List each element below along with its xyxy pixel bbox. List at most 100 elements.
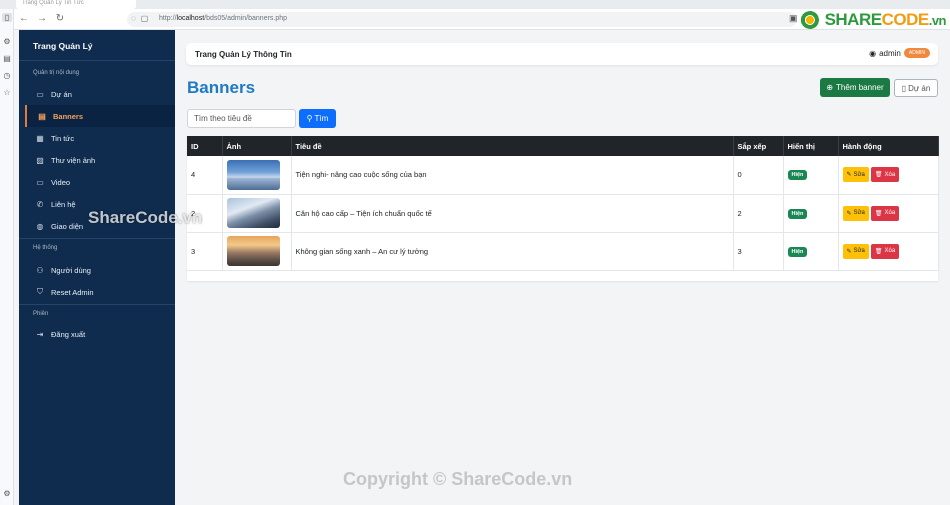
table-header-row: ID Ảnh Tiêu đề Sắp xếp Hiển thị Hành độn… [187,136,939,156]
edit-button[interactable]: ✎ Sửa [842,243,869,259]
projects-button[interactable]: ▯ Dự án [894,79,938,97]
folder-icon: ▭ [36,89,44,99]
sidebar-item-news[interactable]: ▦ Tin tức [25,127,175,149]
favorites-icon[interactable]: ☆ [2,88,12,97]
page-title: Banners [187,78,256,97]
cell-image [222,232,292,271]
add-banner-button[interactable]: ⊕ Thêm banner [820,78,890,97]
edit-icon: ✎ [846,248,852,255]
sidebar-item-label: Liên hệ [51,199,76,209]
sidebar-item-banners[interactable]: ▤ Banners [25,105,175,127]
banners-table: ID Ảnh Tiêu đề Sắp xếp Hiển thị Hành độn… [187,136,939,271]
topbar-title: Trang Quản Lý Thông Tin [195,50,292,59]
delete-label: Xóa [884,248,896,254]
address-bar[interactable]: ◌▢ http://localhost/bds05/admin/banners.… [127,12,797,27]
delete-button[interactable]: 🗑 Xóa [870,243,900,259]
banners-table-card: ID Ảnh Tiêu đề Sắp xếp Hiển thị Hành độn… [187,136,939,281]
video-icon: ▭ [36,177,44,187]
table-row: 4 Tiện nghi- nâng cao cuộc sống của bạn … [187,156,939,195]
table-row: 2 Căn hộ cao cấp – Tiện ích chuẩn quốc t… [187,194,939,233]
cell-id: 3 [187,232,223,271]
back-icon[interactable]: ← [18,13,30,25]
column-header-image: Ảnh [222,136,292,156]
cell-actions: ✎ Sửa 🗑 Xóa [838,194,939,233]
cell-actions: ✎ Sửa 🗑 Xóa [838,156,939,195]
sidebar-item-label: Đăng xuất [51,329,86,339]
sidebar-divider [19,238,175,239]
column-header-visible: Hiển thị [783,136,839,156]
sidebar-item-label: Banners [53,111,84,121]
section-system-label: Hệ thống [33,245,58,251]
reload-icon[interactable]: ↻ [54,13,66,25]
logo-code: CODE [881,9,930,29]
edit-button[interactable]: ✎ Sửa [842,205,869,221]
sharecode-logo: SHARECODE.vn [799,9,947,30]
sidebar-item-video[interactable]: ▭ Video [25,171,175,193]
column-header-title: Tiêu đề [291,136,734,156]
logout-icon: ⇥ [36,329,44,339]
search-icon: ⚲ [306,114,313,123]
delete-button[interactable]: 🗑 Xóa [870,205,900,221]
building-icon: ▯ [901,83,907,93]
browser-side-strip: ▯ ⚙ ▤ ◷ ☆ ⚙ [0,9,14,505]
logo-mark-icon [799,10,822,29]
sidebar-item-projects[interactable]: ▭ Dự án [25,83,175,105]
cell-id: 4 [187,156,223,195]
watermark-bottom: Copyright © ShareCode.vn [343,469,573,489]
gear-icon[interactable]: ⚙ [2,489,12,498]
delete-label: Xóa [884,171,896,178]
extension-icon[interactable]: ▣ [789,13,798,24]
cell-image [222,156,292,195]
edit-label: Sửa [853,171,865,178]
sidebar-item-logout[interactable]: ⇥ Đăng xuất [25,323,175,345]
settings-icon[interactable]: ⚙ [2,37,12,46]
edit-icon: ✎ [846,172,852,179]
status-badge: Hiện [787,246,808,257]
user-menu[interactable]: ◉ admin ADMIN [869,48,930,58]
sidebar-brand[interactable]: Trang Quản Lý [33,41,93,51]
admin-sidebar: Trang Quản Lý Quản trị nội dung ▭ Dự án … [19,30,175,505]
shield-icon: ⛉ [37,287,43,296]
sidebar-item-label: Người dùng [51,265,91,275]
forward-icon[interactable]: → [36,13,48,25]
image-icon: ▨ [36,155,44,165]
browser-toolbar: ← → ↻ ◌▢ http://localhost/bds05/admin/ba… [14,9,950,30]
site-info-icon[interactable]: ◌▢ [131,14,153,23]
search-button[interactable]: ⚲ Tìm [299,109,336,128]
trash-icon: 🗑 [874,248,883,255]
status-badge: Hiện [787,170,808,181]
sidebar-item-label: Tin tức [51,133,75,143]
topbar: Trang Quản Lý Thông Tin ◉ admin ADMIN [186,43,938,65]
edit-button[interactable]: ✎ Sửa [842,167,869,183]
history-icon[interactable]: ◷ [2,71,12,80]
logo-domain: .vn [928,12,947,28]
column-header-actions: Hành động [838,136,939,156]
banner-icon: ▤ [38,111,46,121]
search-label: Tìm [314,114,329,123]
sidebar-item-gallery[interactable]: ▨ Thư viện ảnh [25,149,175,171]
delete-button[interactable]: 🗑 Xóa [870,167,900,183]
sidebar-toggle-icon[interactable]: ▯ [2,13,12,22]
url-host: localhost [176,15,205,22]
search-input[interactable] [187,109,296,128]
logo-text: SHARECODE.vn [825,9,947,30]
collections-icon[interactable]: ▤ [2,54,12,63]
column-header-id: ID [187,136,223,156]
cell-visible: Hiện [783,156,839,195]
browser-tab[interactable]: Trang Quản Lý Tin Tức [16,0,136,9]
palette-icon: ◍ [36,221,44,231]
edit-icon: ✎ [846,210,852,217]
users-icon: ⚇ [36,265,44,275]
browser-tab-title: Trang Quản Lý Tin Tức [22,0,84,6]
cell-title: Tiện nghi- nâng cao cuộc sống của bạn [291,156,734,195]
cell-order: 2 [733,194,784,233]
sidebar-item-reset-admin[interactable]: ⛉ Reset Admin [25,281,175,303]
cell-order: 3 [733,232,784,271]
cell-title: Không gian sống xanh – An cư lý tưởng [291,232,734,271]
sidebar-item-users[interactable]: ⚇ Người dùng [25,259,175,281]
news-icon: ▦ [36,133,44,143]
banner-thumbnail [226,159,280,190]
plus-circle-icon: ⊕ [826,83,834,92]
url-prefix: http:// [159,15,177,22]
trash-icon: 🗑 [874,210,883,217]
